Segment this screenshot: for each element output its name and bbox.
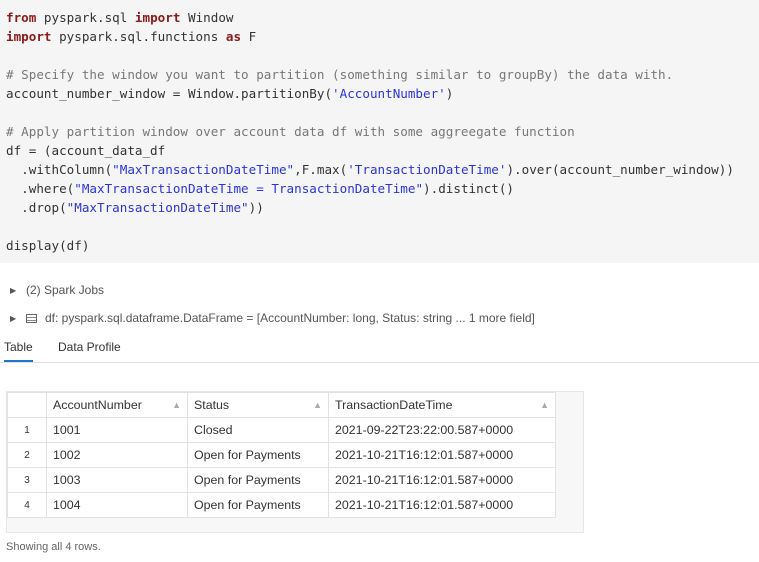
column-header-transactiondatetime[interactable]: TransactionDateTime ▲ [328,392,556,418]
sort-icon[interactable]: ▲ [540,400,549,410]
code-token: account_number_window = Window.partition… [6,86,333,101]
column-header-accountnumber[interactable]: AccountNumber ▲ [46,392,188,418]
table-cell: 1003 [46,467,188,493]
column-header-label: Status [194,398,230,412]
column-header-label: TransactionDateTime [335,398,453,412]
code-token: "MaxTransactionDateTime" [66,200,249,215]
row-count-note: Showing all 4 rows. [6,541,101,553]
tab-data-profile[interactable]: Data Profile [58,340,121,354]
code-token: import [134,10,181,25]
code-line: .withColumn("MaxTransactionDateTime",F.m… [6,161,734,179]
spark-jobs-toggle[interactable]: ▶ (2) Spark Jobs [10,283,104,297]
table-cell: Open for Payments [187,467,329,493]
code-token: display(df) [6,238,90,253]
table-cell: 2021-09-22T23:22:00.587+0000 [328,417,556,443]
code-line: .where("MaxTransactionDateTime = Transac… [6,180,514,198]
code-cell[interactable]: from pyspark.sql import Window import pys… [0,0,759,263]
code-token: 'TransactionDateTime' [347,162,507,177]
code-token: df = (account_data_df [6,143,166,158]
tab-table[interactable]: Table [4,340,33,362]
table-row: 1 1001 Closed 2021-09-22T23:22:00.587+0000 [7,417,556,443]
code-token: # Apply partition window over account da… [6,124,575,139]
dataframe-schema-toggle[interactable]: ▶ df: pyspark.sql.dataframe.DataFrame = … [10,311,535,325]
table-header-row: AccountNumber ▲ Status ▲ TransactionDate… [7,392,556,418]
row-index: 2 [7,442,47,468]
sort-icon[interactable]: ▲ [313,400,322,410]
table-cell: Open for Payments [187,492,329,518]
code-token: F [241,29,257,44]
index-header [7,392,47,418]
code-token: .drop( [6,200,67,215]
code-line: import pyspark.sql.functions as F [6,28,256,46]
code-token: 'AccountNumber' [332,86,446,101]
code-token: "MaxTransactionDateTime = TransactionDat… [74,181,424,196]
code-token: Window [180,10,234,25]
code-line: from pyspark.sql import Window [6,9,234,27]
result-tabs: Table Data Profile [0,336,759,363]
code-token: # Specify the window you want to partiti… [6,67,674,82]
code-token: pyspark.sql [36,10,135,25]
code-token: from [6,10,37,25]
table-cell: Open for Payments [187,442,329,468]
table-cell: 2021-10-21T16:12:01.587+0000 [328,492,556,518]
code-token: .where( [6,181,75,196]
code-token: as [225,29,242,44]
table-cell: 1004 [46,492,188,518]
code-token: .withColumn( [6,162,113,177]
expand-triangle-icon: ▶ [10,313,17,323]
row-index: 3 [7,467,47,493]
code-token: pyspark.sql.functions [51,29,226,44]
table-cell: 1002 [46,442,188,468]
results-grid: AccountNumber ▲ Status ▲ TransactionDate… [6,391,584,533]
code-line: df = (account_data_df [6,142,165,160]
code-line: # Specify the window you want to partiti… [6,66,673,84]
code-line: display(df) [6,237,89,255]
code-token: ,F.max( [294,162,348,177]
column-header-label: AccountNumber [53,398,142,412]
code-token: ).over(account_number_window)) [506,162,734,177]
table-cell: 2021-10-21T16:12:01.587+0000 [328,442,556,468]
row-index: 1 [7,417,47,443]
table-cell: Closed [187,417,329,443]
column-header-status[interactable]: Status ▲ [187,392,329,418]
table-row: 2 1002 Open for Payments 2021-10-21T16:12:0… [7,442,556,468]
table-row: 4 1004 Open for Payments 2021-10-21T16:12:0… [7,492,556,518]
code-line: # Apply partition window over account da… [6,123,575,141]
dataframe-schema-label: df: pyspark.sql.dataframe.DataFrame = [A… [45,311,535,325]
code-line: account_number_window = Window.partition… [6,85,453,103]
table-icon [26,313,37,323]
spark-jobs-label: (2) Spark Jobs [26,283,105,297]
code-token: )) [248,200,264,215]
table-cell: 1001 [46,417,188,443]
results-table: AccountNumber ▲ Status ▲ TransactionDate… [7,392,556,518]
table-row: 3 1003 Open for Payments 2021-10-21T16:12:0… [7,467,556,493]
expand-triangle-icon: ▶ [10,285,17,295]
code-token: ).distinct() [423,181,515,196]
code-token: ) [445,86,454,101]
code-line: .drop("MaxTransactionDateTime")) [6,199,264,217]
sort-icon[interactable]: ▲ [172,400,181,410]
code-token: import [6,29,52,44]
table-cell: 2021-10-21T16:12:01.587+0000 [328,467,556,493]
row-index: 4 [7,492,47,518]
code-token: "MaxTransactionDateTime" [112,162,295,177]
